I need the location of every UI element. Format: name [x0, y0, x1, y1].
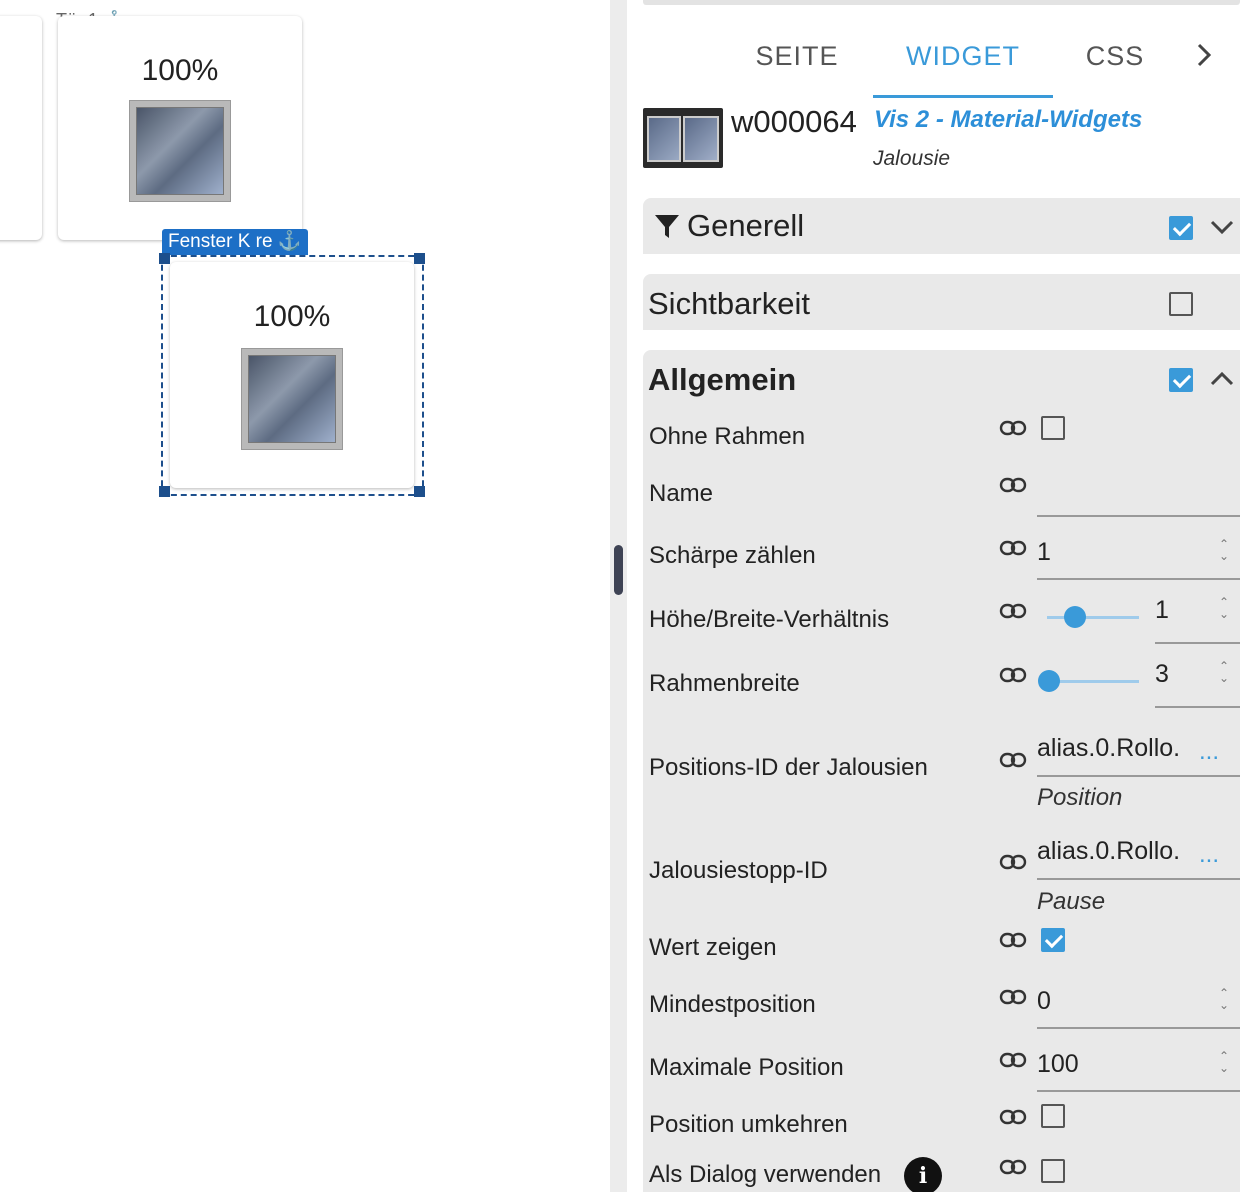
input-underline [1037, 578, 1240, 580]
link-icon[interactable] [999, 1052, 1027, 1068]
field-label: Wert zeigen [649, 934, 777, 961]
selected-widget-tag[interactable]: Fenster K re ⚓ [162, 229, 308, 255]
link-icon[interactable] [999, 752, 1027, 768]
field-label: Maximale Position [649, 1054, 844, 1081]
field-label: Name [649, 480, 714, 507]
link-icon[interactable] [999, 932, 1027, 948]
input-underline [1037, 1027, 1240, 1029]
panel-tabs: SEITE WIDGET CSS [627, 30, 1240, 98]
link-icon[interactable] [999, 667, 1027, 683]
window-blind-icon [129, 100, 231, 202]
field-label: Schärpe zählen [649, 542, 816, 569]
widget-card-partial[interactable] [0, 16, 42, 240]
widget-thumbnail [643, 108, 723, 168]
link-icon[interactable] [999, 540, 1027, 556]
rahmenbreite-input[interactable]: 3 [1155, 660, 1169, 689]
group-generell[interactable]: Generell [643, 198, 1240, 254]
filter-icon [655, 215, 679, 238]
group-sichtbarkeit[interactable]: Sichtbarkeit [643, 274, 1240, 330]
name-input-underline [1037, 515, 1240, 517]
field-label: Ohne Rahmen [649, 423, 806, 450]
field-label: Position umkehren [649, 1111, 848, 1138]
field-label: Jalousiestopp-ID [649, 857, 828, 884]
info-icon[interactable]: i [904, 1157, 942, 1192]
verhaeltnis-slider-thumb[interactable] [1064, 606, 1086, 628]
stepper-icon[interactable]: ⌃ ⌄ [1217, 660, 1231, 684]
panel-top-border [643, 0, 1240, 5]
stepper-icon[interactable]: ⌃ ⌄ [1217, 987, 1231, 1011]
rahmenbreite-slider-track[interactable] [1047, 680, 1139, 683]
input-underline [1037, 775, 1240, 777]
widget-set-link[interactable]: Vis 2 - Material-Widgets [874, 106, 1142, 134]
widget-value: 100% [141, 54, 219, 87]
rahmenbreite-slider-thumb[interactable] [1038, 670, 1060, 692]
wert-zeigen-checkbox[interactable] [1041, 928, 1065, 952]
select-id-button[interactable]: ... [1199, 738, 1219, 766]
field-label: Positions-ID der Jalousien [649, 754, 928, 781]
field-label: Mindestposition [649, 991, 816, 1018]
select-id-button[interactable]: ... [1199, 841, 1219, 869]
link-icon[interactable] [999, 1159, 1027, 1175]
tab-widget[interactable]: WIDGET [873, 30, 1053, 98]
link-icon[interactable] [999, 603, 1027, 619]
widget-name: Fenster K re [168, 231, 273, 252]
stepper-icon[interactable]: ⌃ ⌄ [1217, 1050, 1231, 1074]
group-title: Allgemein [648, 362, 797, 397]
ohne-rahmen-checkbox[interactable] [1041, 416, 1065, 440]
input-underline [1037, 1090, 1240, 1092]
resize-handle-nw[interactable] [159, 253, 170, 264]
link-icon[interactable] [999, 477, 1027, 493]
stepper-icon[interactable]: ⌃ ⌄ [1217, 538, 1231, 562]
schaerpe-input[interactable]: 1 [1037, 538, 1051, 567]
mindest-input[interactable]: 0 [1037, 987, 1051, 1016]
tab-seite[interactable]: SEITE [737, 30, 857, 98]
chevron-down-icon[interactable] [1209, 212, 1235, 243]
resize-handle-ne[interactable] [414, 253, 425, 264]
group-generell-checkbox[interactable] [1169, 216, 1193, 240]
verhaeltnis-input[interactable]: 1 [1155, 596, 1169, 625]
anchor-icon: ⚓ [277, 231, 302, 252]
position-id-input[interactable]: alias.0.Rollo. [1037, 734, 1187, 763]
input-underline [1155, 706, 1240, 708]
selection-box [161, 255, 424, 496]
stepper-icon[interactable]: ⌃ ⌄ [1217, 596, 1231, 620]
group-title: Generell [687, 208, 805, 243]
widget-type: Jalousie [873, 147, 951, 170]
input-underline [1037, 878, 1240, 880]
maximal-input[interactable]: 100 [1037, 1050, 1079, 1079]
panel-splitter[interactable] [610, 0, 627, 1192]
stopp-id-input[interactable]: alias.0.Rollo. [1037, 837, 1187, 866]
properties-panel: SEITE WIDGET CSS w000064 Vis 2 - Materia… [627, 0, 1240, 1192]
editor-canvas[interactable]: Tür 1 ⚓ 100% Fenster K re ⚓ 100% [0, 0, 610, 1192]
field-label: Höhe/Breite-Verhältnis [649, 606, 890, 633]
tab-css[interactable]: CSS [1067, 30, 1163, 98]
input-underline [1155, 642, 1240, 644]
group-title: Sichtbarkeit [648, 286, 810, 321]
widget-card-tuer[interactable]: 100% [58, 16, 302, 240]
verhaeltnis-slider-track[interactable] [1047, 616, 1139, 619]
group-allgemein-checkbox[interactable] [1169, 368, 1193, 392]
field-label: Rahmenbreite [649, 670, 800, 697]
chevron-right-icon[interactable] [1195, 42, 1213, 76]
link-icon[interactable] [999, 420, 1027, 436]
dialog-checkbox[interactable] [1041, 1159, 1065, 1183]
link-icon[interactable] [999, 854, 1027, 870]
position-id-subtitle: Position [1037, 784, 1123, 811]
link-icon[interactable] [999, 989, 1027, 1005]
group-sichtbarkeit-checkbox[interactable] [1169, 292, 1193, 316]
umkehren-checkbox[interactable] [1041, 1104, 1065, 1128]
field-label: Als Dialog verwenden [649, 1161, 882, 1188]
link-icon[interactable] [999, 1109, 1027, 1125]
stopp-id-subtitle: Pause [1037, 888, 1106, 915]
resize-handle-sw[interactable] [159, 486, 170, 497]
chevron-up-icon[interactable] [1209, 364, 1235, 395]
splitter-grip[interactable] [614, 545, 623, 595]
resize-handle-se[interactable] [414, 486, 425, 497]
widget-id: w000064 [731, 104, 857, 139]
